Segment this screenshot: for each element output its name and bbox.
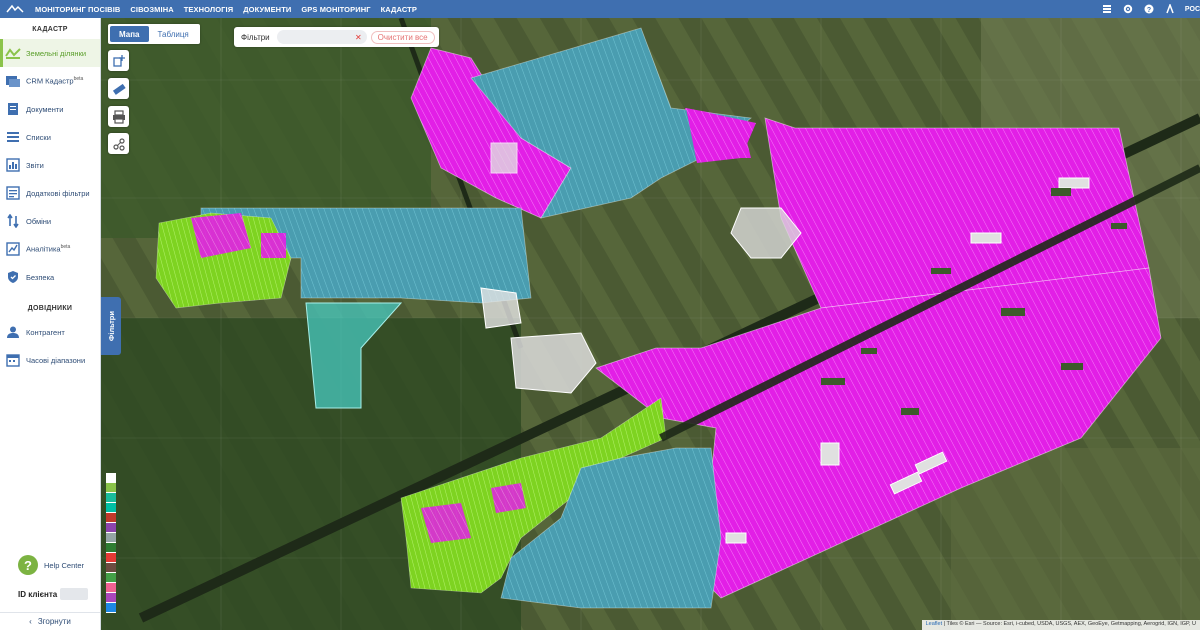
client-id-label: ID клієнта (18, 589, 58, 599)
printer-icon (112, 109, 125, 124)
collapse-label: Згорнути (37, 617, 71, 626)
legend-swatch (106, 573, 116, 583)
language-selector[interactable]: РОС (1185, 6, 1200, 13)
client-id-value-redacted (60, 588, 89, 600)
app-logo-icon[interactable] (0, 0, 30, 18)
sidebar-item-security[interactable]: Безпека (0, 263, 100, 291)
legend-swatch (106, 603, 116, 613)
section-title-reference: ДОВІДНИКИ (27, 305, 73, 312)
svg-text:?: ? (1147, 7, 1151, 14)
clear-all-filters-button[interactable]: Очистити все (370, 30, 435, 44)
sidebar-item-label: Контрагент (26, 327, 65, 337)
top-navigation-bar: МОНІТОРИНГ ПОСІВІВ СІВОЗМІНА ТЕХНОЛОГІЯ … (0, 0, 1200, 18)
sidebar-item-exchange[interactable]: Обміни (0, 207, 100, 235)
filter-chip[interactable]: ✕ (276, 30, 367, 44)
help-center-label: Help Center (44, 560, 85, 570)
nav-crop-monitoring[interactable]: МОНІТОРИНГ ПОСІВІВ (30, 5, 125, 14)
sidebar: КАДАСТР Земельні ділянки CRM Кадастрbeta… (0, 18, 101, 630)
ruler-icon (112, 83, 126, 95)
sidebar-item-documents[interactable]: Документи (0, 95, 100, 123)
tab-table-view[interactable]: Таблиця (149, 26, 198, 42)
satellite-map-with-parcels (101, 18, 1200, 630)
map-attribution: Leaflet | Tiles © Esri — Source: Esri, i… (921, 620, 1200, 630)
sidebar-item-label: Земельні ділянки (26, 48, 87, 58)
legend-swatch (106, 483, 116, 493)
view-toggle: Мапа Таблиця (108, 24, 200, 44)
sidebar-item-contractor[interactable]: Контрагент (0, 318, 100, 346)
legend-swatch (106, 493, 116, 503)
legend-swatch (106, 513, 116, 523)
nav-cadastre[interactable]: КАДАСТР (376, 5, 422, 14)
legend-swatch (106, 563, 116, 573)
legend-swatch (106, 503, 116, 513)
question-icon: ? (18, 555, 38, 575)
contractor-icon (5, 324, 21, 340)
shield-icon (5, 269, 21, 285)
sidebar-item-label: Документи (26, 104, 64, 114)
land-plots-icon (5, 45, 21, 61)
filters-panel-toggle[interactable]: Фільтри (101, 297, 121, 355)
sidebar-item-analytics[interactable]: Аналітикаbeta (0, 235, 100, 263)
draw-tool[interactable] (108, 133, 129, 154)
filters-tab-label: Фільтри (106, 310, 116, 342)
nav-gps-monitoring[interactable]: GPS МОНІТОРИНГ (296, 5, 375, 14)
sidebar-item-label: Часові діапазони (26, 355, 86, 365)
section-title-cadastre: КАДАСТР (32, 26, 68, 33)
help-icon[interactable]: ? (1143, 3, 1155, 15)
extra-filters-icon (5, 185, 21, 201)
map-canvas[interactable]: Мапа Таблиця Фільтри ✕ Очистити все Філь… (101, 18, 1200, 630)
share-nodes-icon (112, 137, 125, 151)
topbar-actions: ? РОС (1101, 0, 1200, 18)
gear-icon[interactable] (1122, 3, 1134, 15)
sidebar-item-label: Звіти (26, 160, 44, 170)
help-center-link[interactable]: ? Help Center (18, 555, 84, 575)
sidebar-item-label: Додаткові фільтри (26, 188, 90, 198)
filters-label: Фільтри (241, 32, 270, 42)
sidebar-item-label: CRM Кадастрbeta (26, 76, 84, 86)
nav-technology[interactable]: ТЕХНОЛОГІЯ (179, 5, 238, 14)
sidebar-item-lists[interactable]: Списки (0, 123, 100, 151)
legend-swatch (106, 473, 116, 483)
nav-crop-rotation[interactable]: СІВОЗМІНА (125, 5, 178, 14)
legend-swatch (106, 593, 116, 603)
main-nav: МОНІТОРИНГ ПОСІВІВ СІВОЗМІНА ТЕХНОЛОГІЯ … (30, 5, 422, 14)
sidebar-item-label: Обміни (26, 216, 52, 226)
attribution-text: | Tiles © Esri — Source: Esri, i-cubed, … (942, 621, 1196, 627)
print-tool[interactable] (108, 106, 129, 127)
analytics-icon (5, 241, 21, 257)
chevron-left-icon: ‹ (29, 617, 32, 626)
add-layer-tool[interactable] (108, 50, 129, 71)
database-icon[interactable] (1101, 3, 1113, 15)
color-legend (106, 473, 116, 613)
documents-icon (5, 101, 21, 117)
legend-swatch (106, 583, 116, 593)
lists-icon (5, 129, 21, 145)
sidebar-item-land-plots[interactable]: Земельні ділянки (0, 39, 100, 67)
measure-tool[interactable] (108, 78, 129, 99)
calendar-icon (5, 352, 21, 368)
sidebar-item-label: Списки (26, 132, 51, 142)
collapse-sidebar-button[interactable]: ‹ Згорнути (0, 612, 100, 630)
sidebar-item-label: Аналітикаbeta (26, 244, 71, 254)
sidebar-item-label: Безпека (26, 272, 55, 282)
leaflet-link[interactable]: Leaflet (926, 621, 943, 627)
nav-documents[interactable]: ДОКУМЕНТИ (238, 5, 296, 14)
reports-icon (5, 157, 21, 173)
legend-swatch (106, 543, 116, 553)
legend-swatch (106, 533, 116, 543)
sidebar-item-reports[interactable]: Звіти (0, 151, 100, 179)
filters-bar: Фільтри ✕ Очистити все (234, 27, 439, 47)
client-id: ID клієнта (18, 588, 89, 600)
legend-swatch (106, 553, 116, 563)
layers-add-icon (112, 54, 125, 67)
crm-icon (5, 73, 21, 89)
sidebar-item-extra-filters[interactable]: Додаткові фільтри (0, 179, 100, 207)
close-icon[interactable]: ✕ (355, 33, 362, 42)
tab-map-view[interactable]: Мапа (110, 26, 149, 42)
user-icon[interactable] (1164, 3, 1176, 15)
sidebar-item-crm-cadastre[interactable]: CRM Кадастрbeta (0, 67, 100, 95)
legend-swatch (106, 523, 116, 533)
sidebar-item-time-ranges[interactable]: Часові діапазони (0, 346, 100, 374)
exchange-icon (5, 213, 21, 229)
